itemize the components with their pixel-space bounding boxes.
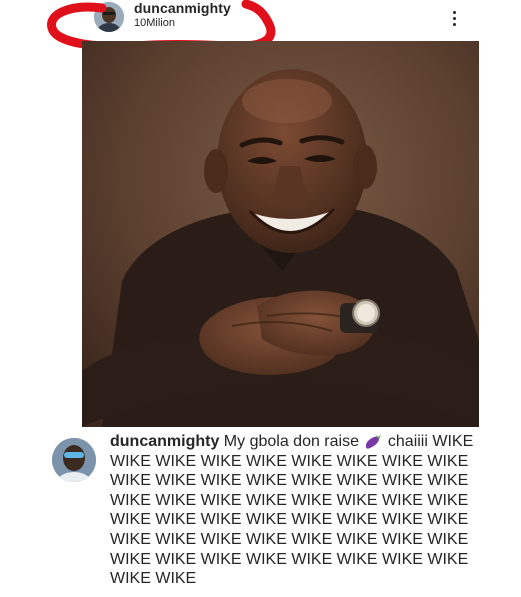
more-vertical-icon-dot [452,22,456,26]
avatar-image [94,2,124,32]
author-subtitle: 10Milion [134,17,175,29]
post-header: duncanmighty 10Milion [0,0,521,51]
more-vertical-icon [452,10,456,14]
eggplant-icon [364,433,382,449]
author-username[interactable]: duncanmighty [134,0,231,16]
author-avatar[interactable] [94,2,124,32]
caption-text-before-emoji: My gbola don raise [223,433,359,450]
portrait-image [82,41,479,427]
caption-text-after-emoji: chaiiii WIKE WIKE WIKE WIKE WIKE WIKE WI… [110,433,474,588]
avatar-image [52,438,96,482]
more-vertical-icon-dot [452,16,456,20]
caption-avatar[interactable] [52,438,96,482]
more-options-button[interactable] [446,6,462,30]
post-photo[interactable] [82,41,479,427]
caption-username[interactable]: duncanmighty [110,433,219,450]
post-caption: duncanmighty My gbola don raise chaiiii … [0,430,521,597]
caption-text: duncanmighty My gbola don raise chaiiii … [110,432,482,589]
